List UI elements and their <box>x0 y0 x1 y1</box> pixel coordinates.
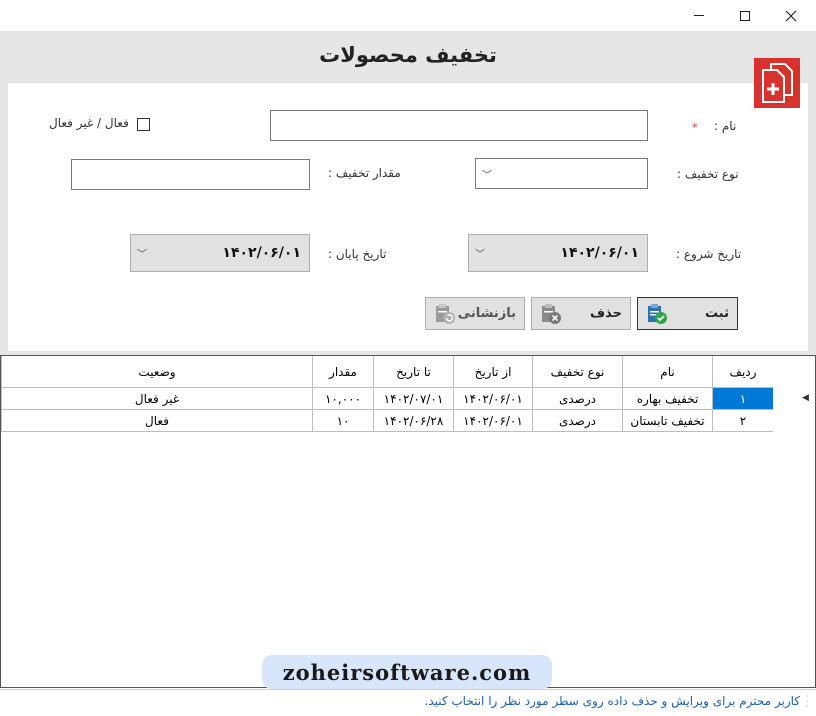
maximize-icon <box>740 10 750 21</box>
column-header-amount[interactable]: مقدار <box>312 356 373 388</box>
discount-grid[interactable]: ردیف نام نوع تخفیف از تاریخ تا تاریخ مقد… <box>0 355 816 688</box>
discount-amount-input[interactable] <box>71 159 310 190</box>
maximize-button[interactable] <box>722 0 768 31</box>
chevron-down-icon: ﹀ <box>482 170 492 181</box>
close-button[interactable] <box>768 0 814 31</box>
minimize-button[interactable] <box>676 0 722 31</box>
column-header-type[interactable]: نوع تخفیف <box>532 356 622 388</box>
name-label: نام : <box>714 119 737 133</box>
watermark-banner: zoheirsoftware.com <box>262 655 552 689</box>
frame-right <box>808 83 816 351</box>
start-date-picker[interactable]: ﹀ ۱۴۰۲/۰۶/۰۱ <box>468 234 648 272</box>
delete-button[interactable]: حذف <box>531 297 631 330</box>
reset-button-label: بازنشانی <box>457 306 516 321</box>
row-selector-icon: ◀ <box>802 393 809 403</box>
cell-type[interactable]: درصدی <box>532 410 622 432</box>
cell-to[interactable]: ۱۴۰۲/۰۷/۰۱ <box>373 388 453 410</box>
grid-header: ردیف نام نوع تخفیف از تاریخ تا تاریخ مقد… <box>1 356 815 388</box>
table-row[interactable]: ◀ ۱ تخفیف بهاره درصدی ۱۴۰۲/۰۶/۰۱ ۱۴۰۲/۰۷… <box>1 388 815 410</box>
cell-from[interactable]: ۱۴۰۲/۰۶/۰۱ <box>453 388 532 410</box>
discount-type-label: نوع تخفیف : <box>677 167 739 181</box>
reset-button[interactable]: بازنشانی <box>425 297 525 330</box>
table-row[interactable]: ۲ تخفیف تابستان درصدی ۱۴۰۲/۰۶/۰۱ ۱۴۰۲/۰۶… <box>1 410 815 432</box>
discount-type-select[interactable]: ﹀ <box>475 158 648 189</box>
delete-button-label: حذف <box>590 306 622 321</box>
column-header-radif[interactable]: ردیف <box>712 356 773 388</box>
name-input[interactable] <box>270 110 648 141</box>
end-date-value: ۱۴۰۲/۰۶/۰۱ <box>222 245 301 261</box>
required-star: * <box>692 121 698 134</box>
clipboard-reset-icon <box>436 303 455 324</box>
column-header-to[interactable]: تا تاریخ <box>373 356 453 388</box>
active-label: فعال / غیر فعال <box>49 116 129 130</box>
cell-to[interactable]: ۱۴۰۲/۰۶/۲۸ <box>373 410 453 432</box>
resize-grip-icon[interactable]: · · · <box>806 693 812 711</box>
save-button[interactable]: ثبت <box>637 297 738 330</box>
column-header-from[interactable]: از تاریخ <box>453 356 532 388</box>
start-date-value: ۱۴۰۲/۰۶/۰۱ <box>560 245 639 261</box>
cell-name[interactable]: تخفیف تابستان <box>622 410 712 432</box>
page-title: تخفیف محصولات <box>319 43 497 67</box>
cell-radif[interactable]: ۱ <box>712 388 773 410</box>
end-date-picker[interactable]: ﹀ ۱۴۰۲/۰۶/۰۱ <box>130 234 310 272</box>
start-date-label: تاریخ شروع : <box>676 247 742 261</box>
active-checkbox[interactable] <box>137 118 150 131</box>
cell-name[interactable]: تخفیف بهاره <box>622 388 712 410</box>
add-document-icon <box>754 58 800 108</box>
clipboard-check-icon <box>648 303 667 324</box>
cell-type[interactable]: درصدی <box>532 388 622 410</box>
minimize-icon <box>694 15 704 16</box>
discount-amount-label: مقدار تخفیف : <box>328 166 401 180</box>
status-text: کاربر محترم برای ویرایش و حذف داده روی س… <box>424 694 801 708</box>
end-date-label: تاریخ پایان : <box>328 247 387 261</box>
cell-status[interactable]: فعال <box>1 410 312 432</box>
close-icon <box>785 10 797 21</box>
cell-radif[interactable]: ۲ <box>712 410 773 432</box>
cell-amount[interactable]: ۱۰,۰۰۰ <box>312 388 373 410</box>
save-button-label: ثبت <box>705 306 729 321</box>
cell-amount[interactable]: ۱۰ <box>312 410 373 432</box>
cell-status[interactable]: غیر فعال <box>1 388 312 410</box>
frame-left <box>0 83 8 351</box>
cell-from[interactable]: ۱۴۰۲/۰۶/۰۱ <box>453 410 532 432</box>
chevron-down-icon: ﹀ <box>137 249 147 261</box>
chevron-down-icon: ﹀ <box>475 249 485 261</box>
column-header-name[interactable]: نام <box>622 356 712 388</box>
clipboard-delete-icon <box>542 303 561 324</box>
column-header-status[interactable]: وضعیت <box>1 356 312 388</box>
